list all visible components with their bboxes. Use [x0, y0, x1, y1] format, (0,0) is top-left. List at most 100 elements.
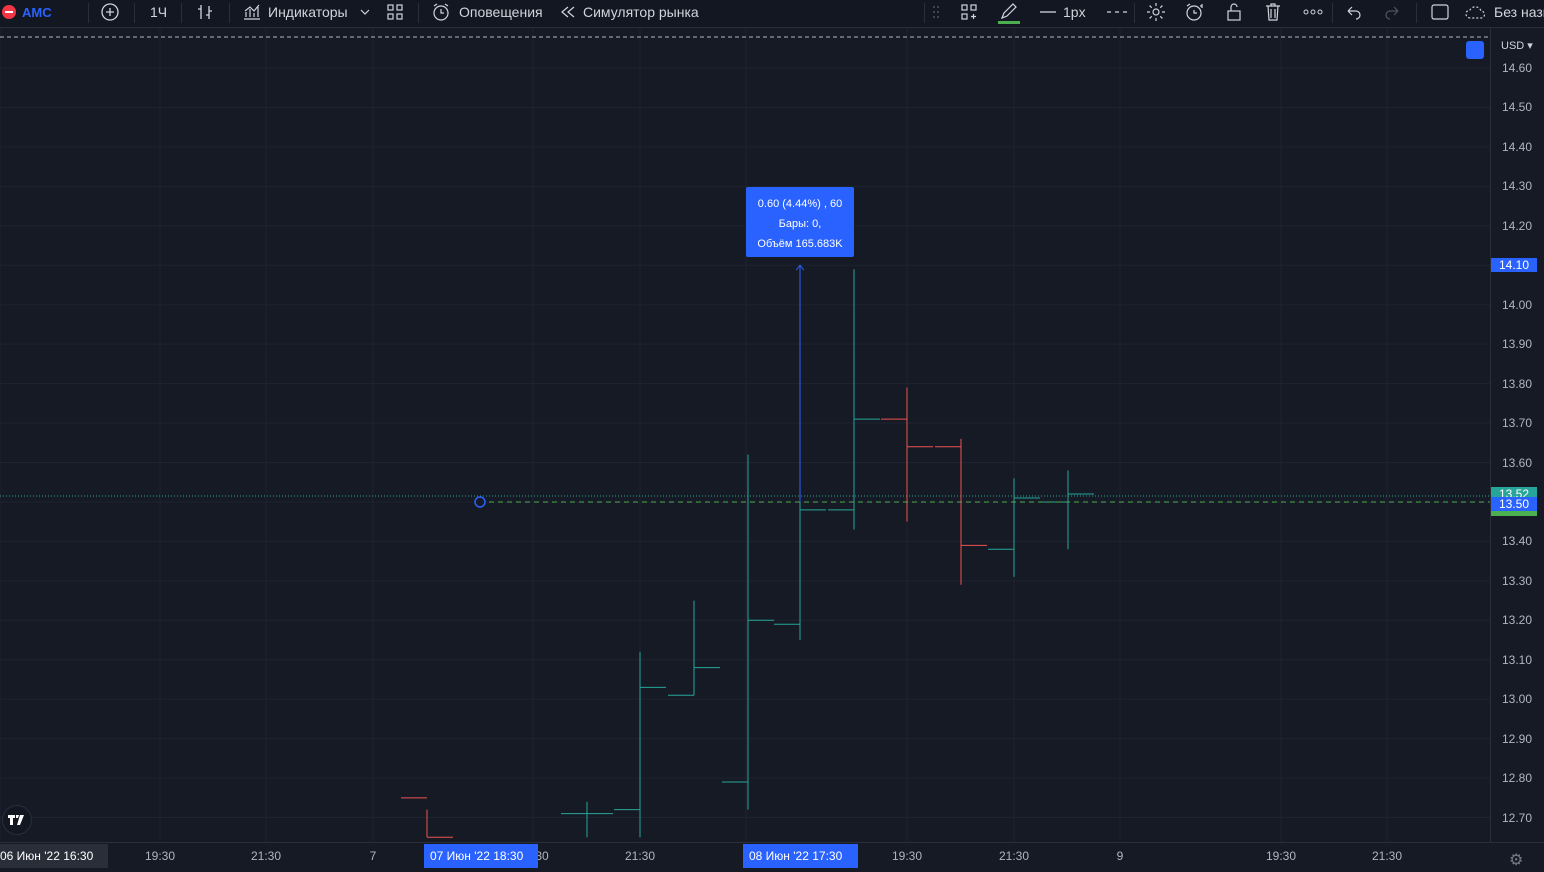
chart-type-button[interactable]	[195, 0, 215, 24]
drag-handle[interactable]	[931, 0, 941, 24]
price-tick: 13.00	[1502, 692, 1533, 707]
measure-tooltip: 0.60 (4.44%) , 60 Бары: 0, Объём 165.683…	[746, 187, 854, 257]
currency-selector[interactable]: USD ▾	[1501, 39, 1533, 52]
price-tick: 13.70	[1502, 416, 1533, 431]
dashed-line-icon	[1107, 11, 1127, 13]
price-tick: 13.10	[1502, 652, 1533, 667]
indicators-label: Индикаторы	[268, 4, 348, 20]
top-toolbar: AMC 1Ч Индикаторы Оповещения Симулятор р…	[0, 0, 1544, 28]
axis-settings-icon[interactable]: ⚙	[1509, 850, 1523, 870]
cloud-icon	[1465, 6, 1486, 19]
single-layout-icon	[1431, 4, 1449, 20]
price-tick: 12.80	[1502, 771, 1533, 786]
interval-label: 1Ч	[150, 4, 168, 20]
object-tree-button[interactable]	[959, 0, 979, 24]
chart-pane[interactable]	[0, 28, 1490, 842]
add-alert-button[interactable]	[1184, 0, 1206, 24]
unlock-icon	[1227, 3, 1241, 21]
line-width-label: 1px	[1063, 4, 1086, 20]
time-tick: 21:30	[1371, 849, 1403, 863]
lock-button[interactable]	[1224, 0, 1244, 24]
price-tick: 14.40	[1502, 139, 1533, 154]
measure-handle	[474, 496, 486, 508]
time-label-measure-end: 08 Июн '22 17:30	[743, 844, 858, 868]
pencil-icon	[1000, 3, 1017, 20]
undo-icon	[1347, 6, 1361, 20]
toolbar-divider	[229, 3, 230, 23]
time-label-start: 06 Июн '22 16:30	[0, 844, 108, 868]
line-style-button[interactable]	[1106, 0, 1128, 24]
save-layout-button[interactable]: Без назв	[1464, 0, 1544, 24]
price-tick: 12.90	[1502, 731, 1533, 746]
price-label-current: 13.50	[1491, 496, 1537, 511]
auto-scale-button[interactable]	[1466, 41, 1484, 59]
add-symbol-icon	[101, 3, 119, 21]
delete-button[interactable]	[1263, 0, 1283, 24]
trash-icon	[1266, 3, 1280, 21]
time-tick: 21:30	[250, 849, 282, 863]
replay-label: Симулятор рынка	[583, 4, 699, 20]
alerts-label: Оповещения	[459, 4, 543, 20]
price-tick: 13.20	[1502, 613, 1533, 628]
indicators-icon	[244, 4, 260, 20]
line-width-button[interactable]: 1px	[1039, 0, 1086, 24]
gear-icon	[1147, 3, 1165, 21]
alerts-button[interactable]: Оповещения	[431, 0, 543, 24]
grid-templates-icon	[387, 4, 403, 20]
redo-icon	[1385, 6, 1399, 20]
replay-button[interactable]: Симулятор рынка	[559, 0, 699, 24]
chevron-down-icon	[360, 9, 370, 15]
toolbar-divider	[1332, 3, 1333, 23]
price-tick: 13.90	[1502, 337, 1533, 352]
redo-button[interactable]	[1383, 0, 1401, 24]
price-tick: 13.60	[1502, 455, 1533, 470]
symbol-logo-icon	[2, 5, 16, 19]
undo-button[interactable]	[1345, 0, 1363, 24]
templates-button[interactable]	[385, 0, 405, 24]
interval-button[interactable]: 1Ч	[150, 0, 167, 24]
toolbar-divider	[418, 3, 419, 23]
time-tick: 21:30	[624, 849, 656, 863]
measure-volume: Объём 165.683K	[757, 238, 843, 250]
price-tick: 14.00	[1502, 297, 1533, 312]
toolbar-divider	[924, 3, 925, 23]
ohlc-chart	[0, 28, 1490, 842]
toolbar-divider	[88, 3, 89, 23]
price-tick: 14.20	[1502, 218, 1533, 233]
price-label-measure: 14.10	[1491, 258, 1537, 273]
compare-button[interactable]	[100, 0, 120, 24]
more-button[interactable]	[1302, 0, 1324, 24]
drawing-settings-button[interactable]	[1145, 0, 1167, 24]
time-tick: 21:30	[998, 849, 1030, 863]
time-tick: 9	[1116, 849, 1124, 863]
symbol-search[interactable]: AMC	[2, 0, 52, 24]
indicators-dropdown[interactable]	[359, 0, 371, 24]
indicators-button[interactable]: Индикаторы	[242, 0, 348, 24]
time-label-measure-start: 07 Июн '22 18:30	[424, 844, 538, 868]
toolbar-divider	[1416, 3, 1417, 23]
measure-bars-count: Бары: 0,	[778, 218, 822, 230]
symbol-name: AMC	[22, 4, 52, 20]
price-tick: 14.30	[1502, 179, 1533, 194]
price-tick: 13.30	[1502, 573, 1533, 588]
price-tick: 12.70	[1502, 810, 1533, 825]
time-axis[interactable]: 06 Июн '22 16:30 19:30 21:30 7 30 21:30 19:30…	[0, 842, 1544, 872]
toolbar-divider	[181, 3, 182, 23]
object-tree-icon	[961, 4, 977, 20]
price-label-current-accent	[1491, 510, 1537, 516]
bars-chart-type-icon	[198, 5, 212, 19]
rewind-icon	[561, 6, 575, 18]
price-tick: 13.40	[1502, 534, 1533, 549]
more-dots-icon	[1303, 9, 1323, 15]
measure-price-change: 0.60 (4.44%) , 60	[757, 198, 843, 210]
line-color-swatch	[998, 21, 1020, 24]
price-scale[interactable]: USD ▾ 14.60 14.50 14.40 14.30 14.20 14.00 13.9…	[1490, 28, 1544, 842]
currency-label: USD	[1501, 40, 1525, 52]
tv-logo-icon	[8, 815, 24, 825]
price-tick: 14.60	[1502, 61, 1533, 75]
layout-button[interactable]	[1430, 0, 1450, 24]
tradingview-logo[interactable]	[2, 805, 32, 835]
layout-name: Без назв	[1494, 4, 1544, 20]
time-tick: 19:30	[144, 849, 176, 863]
alarm-plus-icon	[1186, 3, 1203, 21]
